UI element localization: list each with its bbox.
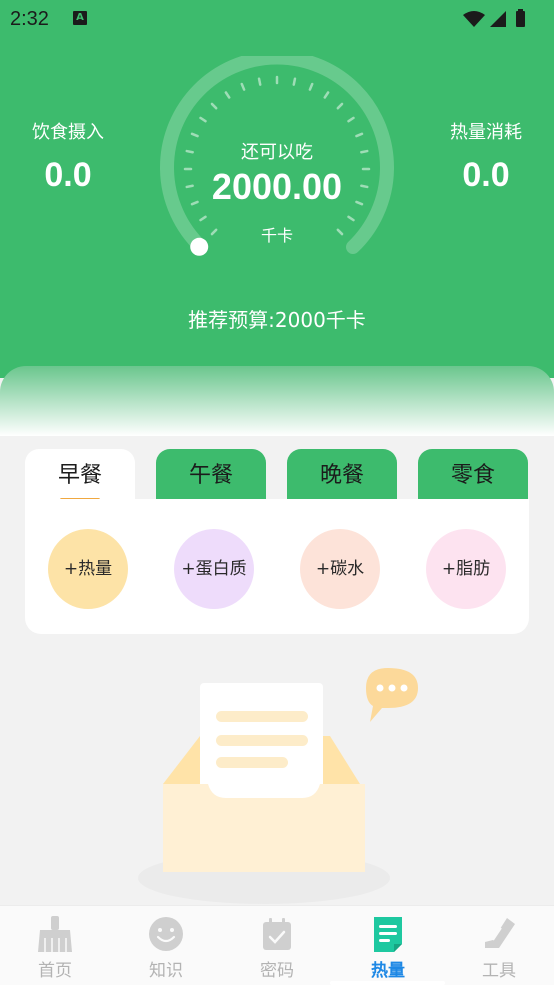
gauge-tick — [199, 116, 207, 123]
sneaker-icon — [485, 918, 515, 948]
nav-label: 密码 — [260, 961, 294, 981]
gauge-tick — [347, 215, 355, 222]
tab-lunch[interactable]: 午餐 — [156, 449, 266, 501]
gauge-value: 2000.00 — [211, 166, 343, 207]
notification-icon: A — [73, 11, 87, 25]
meal-nutrient-card: +热量 +蛋白质 +碳水 +脂肪 — [25, 499, 529, 634]
nav-tools[interactable]: 工具 — [444, 914, 554, 985]
tab-breakfast[interactable]: 早餐 — [25, 449, 135, 501]
status-time: 2:32 — [10, 8, 49, 30]
tab-label: 晚餐 — [319, 463, 364, 488]
nav-label: 工具 — [482, 961, 516, 981]
nav-knowledge[interactable]: 知识 — [111, 914, 221, 985]
nav-label: 热量 — [371, 961, 405, 981]
tab-snack[interactable]: 零食 — [418, 449, 528, 501]
remaining-calorie-gauge: 还可以吃 2000.00 千卡 — [150, 50, 404, 276]
wifi-icon — [463, 11, 485, 27]
burned-value: 0.0 — [462, 156, 510, 194]
gauge-tick — [292, 77, 297, 86]
broom-icon — [38, 916, 72, 952]
intake-value: 0.0 — [44, 156, 92, 194]
nav-home[interactable]: 首页 — [0, 914, 110, 985]
intake-label: 饮食摄入 — [32, 122, 104, 143]
battery-icon — [516, 11, 525, 27]
tab-label: 午餐 — [188, 463, 233, 488]
add-calorie-button[interactable]: +热量 — [48, 529, 128, 609]
burned-label: 热量消耗 — [450, 122, 522, 143]
gauge-tick — [347, 116, 355, 123]
empty-state-illustration — [138, 668, 418, 904]
gauge-tick — [210, 102, 218, 110]
gauge-tick — [190, 132, 199, 138]
smiley-icon — [149, 917, 183, 951]
tab-label: 早餐 — [57, 463, 102, 488]
gauge-unit: 千卡 — [260, 226, 293, 245]
gauge-tick — [199, 215, 207, 222]
calendar-check-icon — [263, 918, 291, 950]
gauge-tick — [240, 82, 246, 91]
meal-tabs: 早餐 午餐 晚餐 零食 — [25, 449, 529, 501]
intake-summary: 饮食摄入 0.0 — [0, 118, 143, 195]
nav-calories[interactable]: 热量 — [333, 914, 443, 985]
add-carbs-button[interactable]: +碳水 — [300, 529, 380, 609]
tab-label: 零食 — [450, 463, 495, 488]
home-indicator — [330, 981, 445, 985]
status-icons — [463, 9, 525, 27]
speech-bubble-icon — [366, 668, 418, 722]
burned-summary: 热量消耗 0.0 — [411, 118, 554, 195]
add-fat-button[interactable]: +脂肪 — [426, 529, 506, 609]
recommended-budget: 推荐预算:2000千卡 — [188, 308, 366, 332]
gauge-tick — [224, 91, 231, 99]
signal-icon — [490, 11, 506, 27]
nav-password[interactable]: 密码 — [222, 914, 332, 985]
status-bar: 2:32 A — [0, 0, 554, 38]
gauge-tick — [336, 102, 344, 110]
calorie-header: 饮食摄入 0.0 还可以吃 2000.00 千卡 热量消耗 0.0 推荐预算:2… — [0, 38, 554, 378]
tab-dinner[interactable]: 晚餐 — [287, 449, 397, 501]
nav-label: 知识 — [149, 961, 183, 981]
gauge-tick — [308, 82, 314, 91]
gauge-label: 还可以吃 — [241, 142, 313, 163]
gauge-tick — [355, 132, 364, 138]
bottom-navigation: 首页 知识 密码 热量 工具 — [0, 905, 554, 985]
gauge-tick — [323, 91, 330, 99]
document-icon — [374, 917, 402, 952]
nav-label: 首页 — [38, 961, 72, 981]
add-protein-button[interactable]: +蛋白质 — [174, 529, 254, 609]
gauge-tick — [257, 77, 262, 86]
header-fade-band — [0, 366, 554, 436]
